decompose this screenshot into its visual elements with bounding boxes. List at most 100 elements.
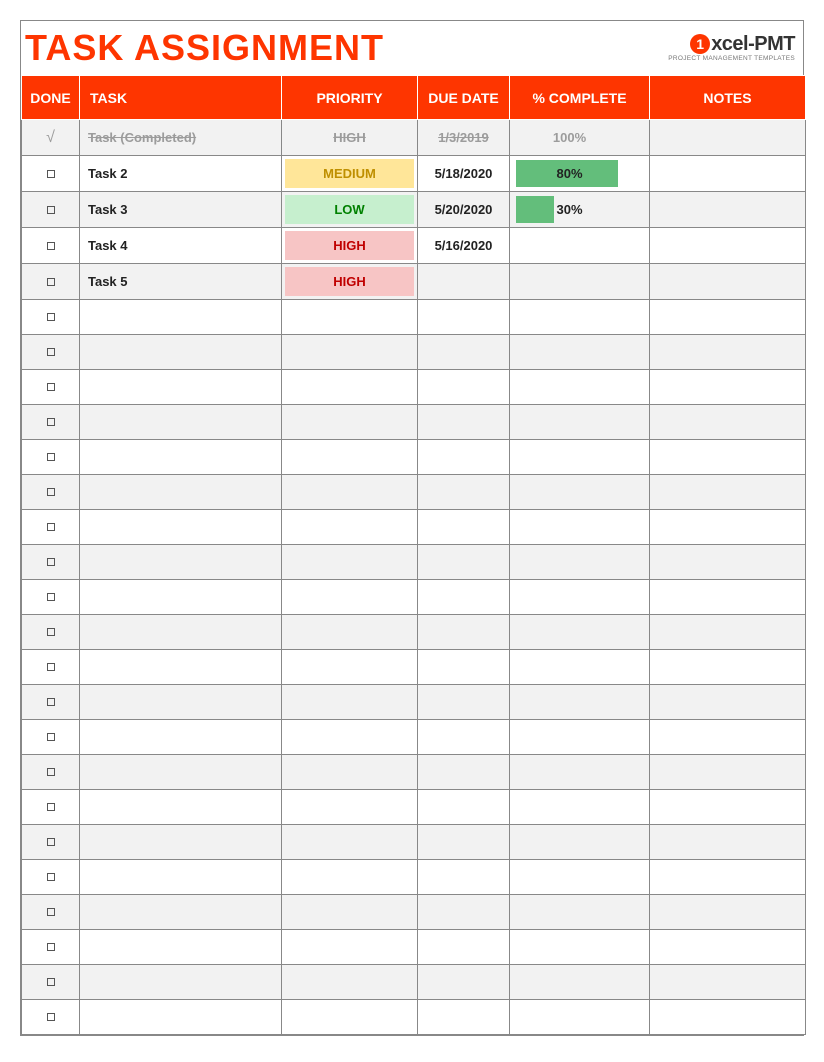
- done-cell[interactable]: [22, 335, 80, 370]
- task-cell[interactable]: [80, 475, 282, 510]
- notes-cell[interactable]: [650, 580, 806, 615]
- priority-cell[interactable]: [282, 405, 418, 440]
- complete-cell[interactable]: [510, 440, 650, 475]
- done-cell[interactable]: [22, 545, 80, 580]
- notes-cell[interactable]: [650, 755, 806, 790]
- notes-cell[interactable]: [650, 370, 806, 405]
- due-date-cell[interactable]: [418, 545, 510, 580]
- due-date-cell[interactable]: [418, 615, 510, 650]
- complete-cell[interactable]: [510, 1000, 650, 1035]
- complete-cell[interactable]: [510, 264, 650, 300]
- done-cell[interactable]: [22, 685, 80, 720]
- priority-cell[interactable]: [282, 930, 418, 965]
- task-cell[interactable]: Task 2: [80, 156, 282, 192]
- priority-cell[interactable]: [282, 300, 418, 335]
- done-cell[interactable]: [22, 825, 80, 860]
- complete-cell[interactable]: [510, 650, 650, 685]
- complete-cell[interactable]: 100%: [510, 120, 650, 156]
- due-date-cell[interactable]: [418, 300, 510, 335]
- priority-cell[interactable]: [282, 580, 418, 615]
- task-cell[interactable]: [80, 685, 282, 720]
- priority-cell[interactable]: [282, 755, 418, 790]
- due-date-cell[interactable]: [418, 264, 510, 300]
- task-cell[interactable]: [80, 720, 282, 755]
- task-cell[interactable]: [80, 930, 282, 965]
- done-cell[interactable]: [22, 860, 80, 895]
- task-cell[interactable]: [80, 370, 282, 405]
- due-date-cell[interactable]: [418, 895, 510, 930]
- done-cell[interactable]: [22, 720, 80, 755]
- complete-cell[interactable]: [510, 755, 650, 790]
- complete-cell[interactable]: [510, 370, 650, 405]
- due-date-cell[interactable]: 5/20/2020: [418, 192, 510, 228]
- priority-cell[interactable]: [282, 860, 418, 895]
- priority-cell[interactable]: [282, 965, 418, 1000]
- done-cell[interactable]: [22, 475, 80, 510]
- complete-cell[interactable]: [510, 720, 650, 755]
- due-date-cell[interactable]: 5/16/2020: [418, 228, 510, 264]
- task-cell[interactable]: [80, 405, 282, 440]
- priority-cell[interactable]: [282, 475, 418, 510]
- task-cell[interactable]: [80, 510, 282, 545]
- notes-cell[interactable]: [650, 895, 806, 930]
- due-date-cell[interactable]: [418, 580, 510, 615]
- priority-cell[interactable]: [282, 335, 418, 370]
- task-cell[interactable]: [80, 650, 282, 685]
- done-cell[interactable]: [22, 405, 80, 440]
- complete-cell[interactable]: [510, 790, 650, 825]
- notes-cell[interactable]: [650, 440, 806, 475]
- notes-cell[interactable]: [650, 825, 806, 860]
- task-cell[interactable]: [80, 615, 282, 650]
- priority-cell[interactable]: [282, 370, 418, 405]
- priority-cell[interactable]: LOW: [282, 192, 418, 228]
- complete-cell[interactable]: [510, 300, 650, 335]
- due-date-cell[interactable]: [418, 510, 510, 545]
- done-cell[interactable]: [22, 965, 80, 1000]
- complete-cell[interactable]: [510, 825, 650, 860]
- notes-cell[interactable]: [650, 930, 806, 965]
- notes-cell[interactable]: [650, 965, 806, 1000]
- notes-cell[interactable]: [650, 335, 806, 370]
- done-cell[interactable]: [22, 615, 80, 650]
- priority-cell[interactable]: [282, 440, 418, 475]
- due-date-cell[interactable]: [418, 930, 510, 965]
- notes-cell[interactable]: [650, 860, 806, 895]
- due-date-cell[interactable]: [418, 335, 510, 370]
- due-date-cell[interactable]: [418, 790, 510, 825]
- notes-cell[interactable]: [650, 615, 806, 650]
- done-cell[interactable]: [22, 440, 80, 475]
- priority-cell[interactable]: HIGH: [282, 120, 418, 156]
- task-cell[interactable]: [80, 335, 282, 370]
- done-cell[interactable]: [22, 370, 80, 405]
- priority-cell[interactable]: [282, 510, 418, 545]
- priority-cell[interactable]: MEDIUM: [282, 156, 418, 192]
- notes-cell[interactable]: [650, 475, 806, 510]
- task-cell[interactable]: Task 4: [80, 228, 282, 264]
- notes-cell[interactable]: [650, 510, 806, 545]
- due-date-cell[interactable]: [418, 440, 510, 475]
- complete-cell[interactable]: [510, 580, 650, 615]
- due-date-cell[interactable]: [418, 825, 510, 860]
- complete-cell[interactable]: [510, 615, 650, 650]
- task-cell[interactable]: Task 5: [80, 264, 282, 300]
- done-cell[interactable]: [22, 895, 80, 930]
- task-cell[interactable]: [80, 1000, 282, 1035]
- done-cell[interactable]: [22, 1000, 80, 1035]
- done-cell[interactable]: [22, 790, 80, 825]
- due-date-cell[interactable]: 1/3/2019: [418, 120, 510, 156]
- due-date-cell[interactable]: [418, 720, 510, 755]
- due-date-cell[interactable]: [418, 860, 510, 895]
- due-date-cell[interactable]: [418, 685, 510, 720]
- priority-cell[interactable]: [282, 1000, 418, 1035]
- priority-cell[interactable]: [282, 825, 418, 860]
- notes-cell[interactable]: [650, 720, 806, 755]
- due-date-cell[interactable]: [418, 1000, 510, 1035]
- task-cell[interactable]: [80, 825, 282, 860]
- due-date-cell[interactable]: [418, 405, 510, 440]
- priority-cell[interactable]: [282, 650, 418, 685]
- task-cell[interactable]: [80, 965, 282, 1000]
- complete-cell[interactable]: [510, 228, 650, 264]
- done-cell[interactable]: √: [22, 120, 80, 156]
- done-cell[interactable]: [22, 930, 80, 965]
- priority-cell[interactable]: HIGH: [282, 228, 418, 264]
